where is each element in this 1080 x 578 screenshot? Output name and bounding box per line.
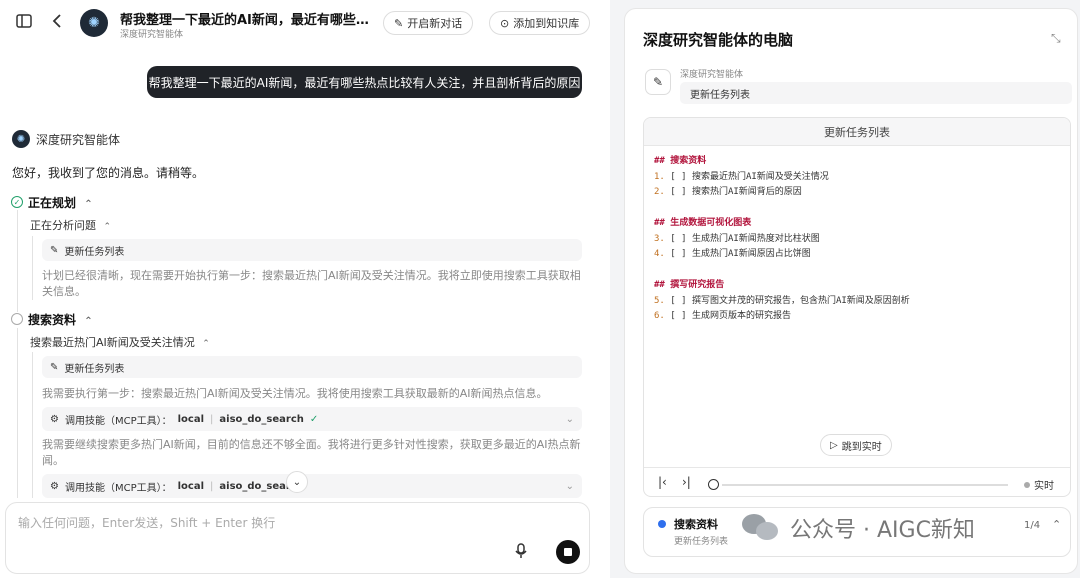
md-task-item: 1. [ ] 搜索最近热门AI新闻及受关注情况	[654, 170, 910, 186]
skip-back-icon[interactable]: |‹	[658, 475, 667, 489]
agent-name: 深度研究智能体	[36, 133, 121, 147]
step-pending-icon	[11, 313, 23, 325]
user-message-bubble: 帮我整理一下最近的AI新闻，最近有哪些热点比较有人关注，并且剖析背后的原因	[147, 66, 582, 98]
agent-logo-icon: ✺	[80, 9, 108, 37]
panel-agent-label: 深度研究智能体	[680, 70, 744, 80]
message-input[interactable]	[18, 513, 498, 533]
tool-call-chip[interactable]: ⚙ 调用技能（MCP工具）： local | aiso_do_search ⌄	[42, 474, 582, 498]
play-icon: ▷	[830, 439, 838, 451]
planning-thought-text: 计划已经很清晰，现在需要开始执行第一步：搜索最近热门AI新闻及受关注情况。我将立…	[42, 269, 581, 298]
task-status-icon	[658, 520, 666, 528]
new-chat-button[interactable]: ✎ 开启新对话	[383, 11, 474, 35]
edit-icon: ✎	[50, 361, 59, 373]
watermark: 公众号 · AIGC新知	[742, 512, 975, 544]
md-item-text: [ ] 搜索热门AI新闻背后的原因	[670, 187, 802, 197]
file-viewer: 更新任务列表 ## 搜索资料 1. [ ] 搜索最近热门AI新闻及受关注情况 2. …	[643, 117, 1071, 497]
md-item-number: 2.	[654, 187, 671, 197]
search-thought-text-2: 我需要继续搜索更多热门AI新闻，目前的信息还不够全面。我将进行更多针对性搜索，获…	[42, 438, 581, 467]
double-chevron-down-icon: ⌄	[292, 476, 302, 488]
chevron-up-icon: ⌃	[103, 222, 112, 232]
location-pin-icon: ⊙	[500, 16, 510, 30]
md-heading: ## 生成数据可视化图表	[654, 218, 752, 228]
tool-call-chip[interactable]: ⚙ 调用技能（MCP工具）： local | aiso_do_search ✓ …	[42, 407, 582, 431]
tool-icon: ⚙	[50, 480, 59, 492]
message-composer	[5, 502, 590, 574]
playback-slider-track[interactable]	[722, 484, 1008, 486]
live-indicator[interactable]: 实时	[1024, 477, 1054, 492]
md-task-item: 3. [ ] 生成热门AI新闻热度对比柱状图	[654, 232, 910, 248]
current-action: 更新任务列表	[680, 82, 1072, 104]
md-item-text: [ ] 生成热门AI新闻原因占比饼图	[670, 249, 811, 259]
scroll-to-bottom-button[interactable]: ⌄	[286, 471, 308, 493]
edit-icon: ✎	[50, 244, 59, 256]
substep-title-search[interactable]: 搜索最近热门AI新闻及受关注情况 ⌃	[30, 334, 210, 350]
md-item-number: 3.	[654, 233, 671, 244]
conversation-subtitle: 深度研究智能体	[120, 30, 184, 40]
tool-icon: ⚙	[50, 413, 59, 425]
md-heading: ## 撰写研究报告	[654, 280, 725, 290]
md-task-item: 5. [ ] 撰写图文并茂的研究报告，包含热门AI新闻及原因剖析	[654, 294, 910, 310]
substep-title-planning[interactable]: 正在分析问题 ⌃	[30, 217, 111, 233]
update-task-list-chip[interactable]: ✎ 更新任务列表	[42, 239, 582, 261]
chevron-down-icon: ⌄	[565, 480, 574, 492]
md-blank-line	[654, 201, 910, 217]
step-done-icon: ✓	[11, 196, 23, 208]
step-title-planning[interactable]: 正在规划 ⌃	[28, 194, 93, 211]
md-item-number: 6.	[654, 311, 671, 321]
new-chat-icon: ✎	[394, 16, 404, 30]
add-to-knowledge-base-button[interactable]: ⊙ 添加到知识库	[489, 11, 591, 35]
task-subtitle: 更新任务列表	[674, 537, 729, 547]
conversation-title: 帮我整理一下最近的AI新闻，最近有哪些热点比较有人关注，并且剖析背后的原因	[120, 13, 370, 28]
substep-line	[32, 236, 33, 300]
step-title-search[interactable]: 搜索资料 ⌃	[28, 311, 93, 328]
md-item-number: 5.	[654, 295, 671, 306]
chevron-down-icon: ⌄	[565, 413, 574, 425]
stop-icon	[564, 548, 572, 556]
task-title: 搜索资料	[674, 518, 718, 531]
chevron-up-icon: ⌃	[202, 339, 210, 349]
md-task-item: 2. [ ] 搜索热门AI新闻背后的原因	[654, 185, 910, 201]
check-icon: ✓	[309, 413, 319, 425]
live-dot-icon	[1024, 481, 1030, 488]
md-item-text: [ ] 搜索最近热门AI新闻及受关注情况	[670, 171, 829, 182]
md-item-number: 4.	[654, 249, 671, 259]
md-blank-line	[654, 263, 910, 279]
search-thought-text-1: 我需要执行第一步：搜索最近热门AI新闻及受关注情况。我将使用搜索工具获取最新的A…	[42, 387, 548, 400]
chevron-up-icon[interactable]: ⌃	[1052, 518, 1061, 531]
task-list-markdown: ## 搜索资料 1. [ ] 搜索最近热门AI新闻及受关注情况 2. [ ] 搜索热…	[654, 154, 910, 325]
jump-to-live-button[interactable]: ▷ 跳到实时	[820, 434, 892, 456]
playback-slider-handle[interactable]	[708, 479, 719, 490]
skip-forward-icon[interactable]: ›|	[682, 475, 691, 489]
sidebar-toggle-icon[interactable]	[15, 12, 33, 35]
edit-icon: ✎	[645, 69, 671, 95]
md-task-item: 6. [ ] 生成网页版本的研究报告	[654, 309, 910, 325]
agent-avatar-icon: ✺	[12, 130, 30, 148]
viewer-title: 更新任务列表	[644, 118, 1070, 146]
md-item-text: [ ] 撰写图文并茂的研究报告，包含热门AI新闻及原因剖析	[670, 295, 910, 306]
md-task-item: 4. [ ] 生成热门AI新闻原因占比饼图	[654, 247, 910, 263]
panel-title: 深度研究智能体的电脑	[643, 31, 794, 49]
playback-bar: |‹ ›| 实时	[644, 467, 1070, 496]
agent-greeting: 您好，我收到了您的消息。请稍等。	[12, 166, 205, 180]
md-heading: ## 搜索资料	[654, 156, 707, 166]
chevron-up-icon: ⌃	[84, 199, 93, 210]
chevron-up-icon: ⌃	[84, 316, 93, 327]
md-item-text: [ ] 生成网页版本的研究报告	[670, 311, 791, 321]
agent-computer-panel: 深度研究智能体的电脑 ⤡ ✎ 深度研究智能体 更新任务列表 更新任务列表 ## …	[624, 8, 1078, 574]
md-item-number: 1.	[654, 171, 671, 182]
chat-pane: ✺ 帮我整理一下最近的AI新闻，最近有哪些热点比较有人关注，并且剖析背后的原因 …	[0, 0, 610, 578]
task-progress-count: 1/4	[1024, 520, 1041, 531]
collapse-icon[interactable]: ⤡	[1051, 31, 1061, 46]
wechat-icon	[742, 514, 782, 542]
microphone-icon[interactable]	[514, 543, 528, 563]
stop-button[interactable]	[556, 540, 580, 564]
timeline-line	[17, 210, 18, 312]
md-item-text: [ ] 生成热门AI新闻热度对比柱状图	[670, 233, 820, 244]
substep-line	[32, 352, 33, 498]
timeline-line	[17, 328, 18, 498]
update-task-list-chip[interactable]: ✎ 更新任务列表	[42, 356, 582, 378]
back-icon[interactable]	[50, 12, 64, 35]
